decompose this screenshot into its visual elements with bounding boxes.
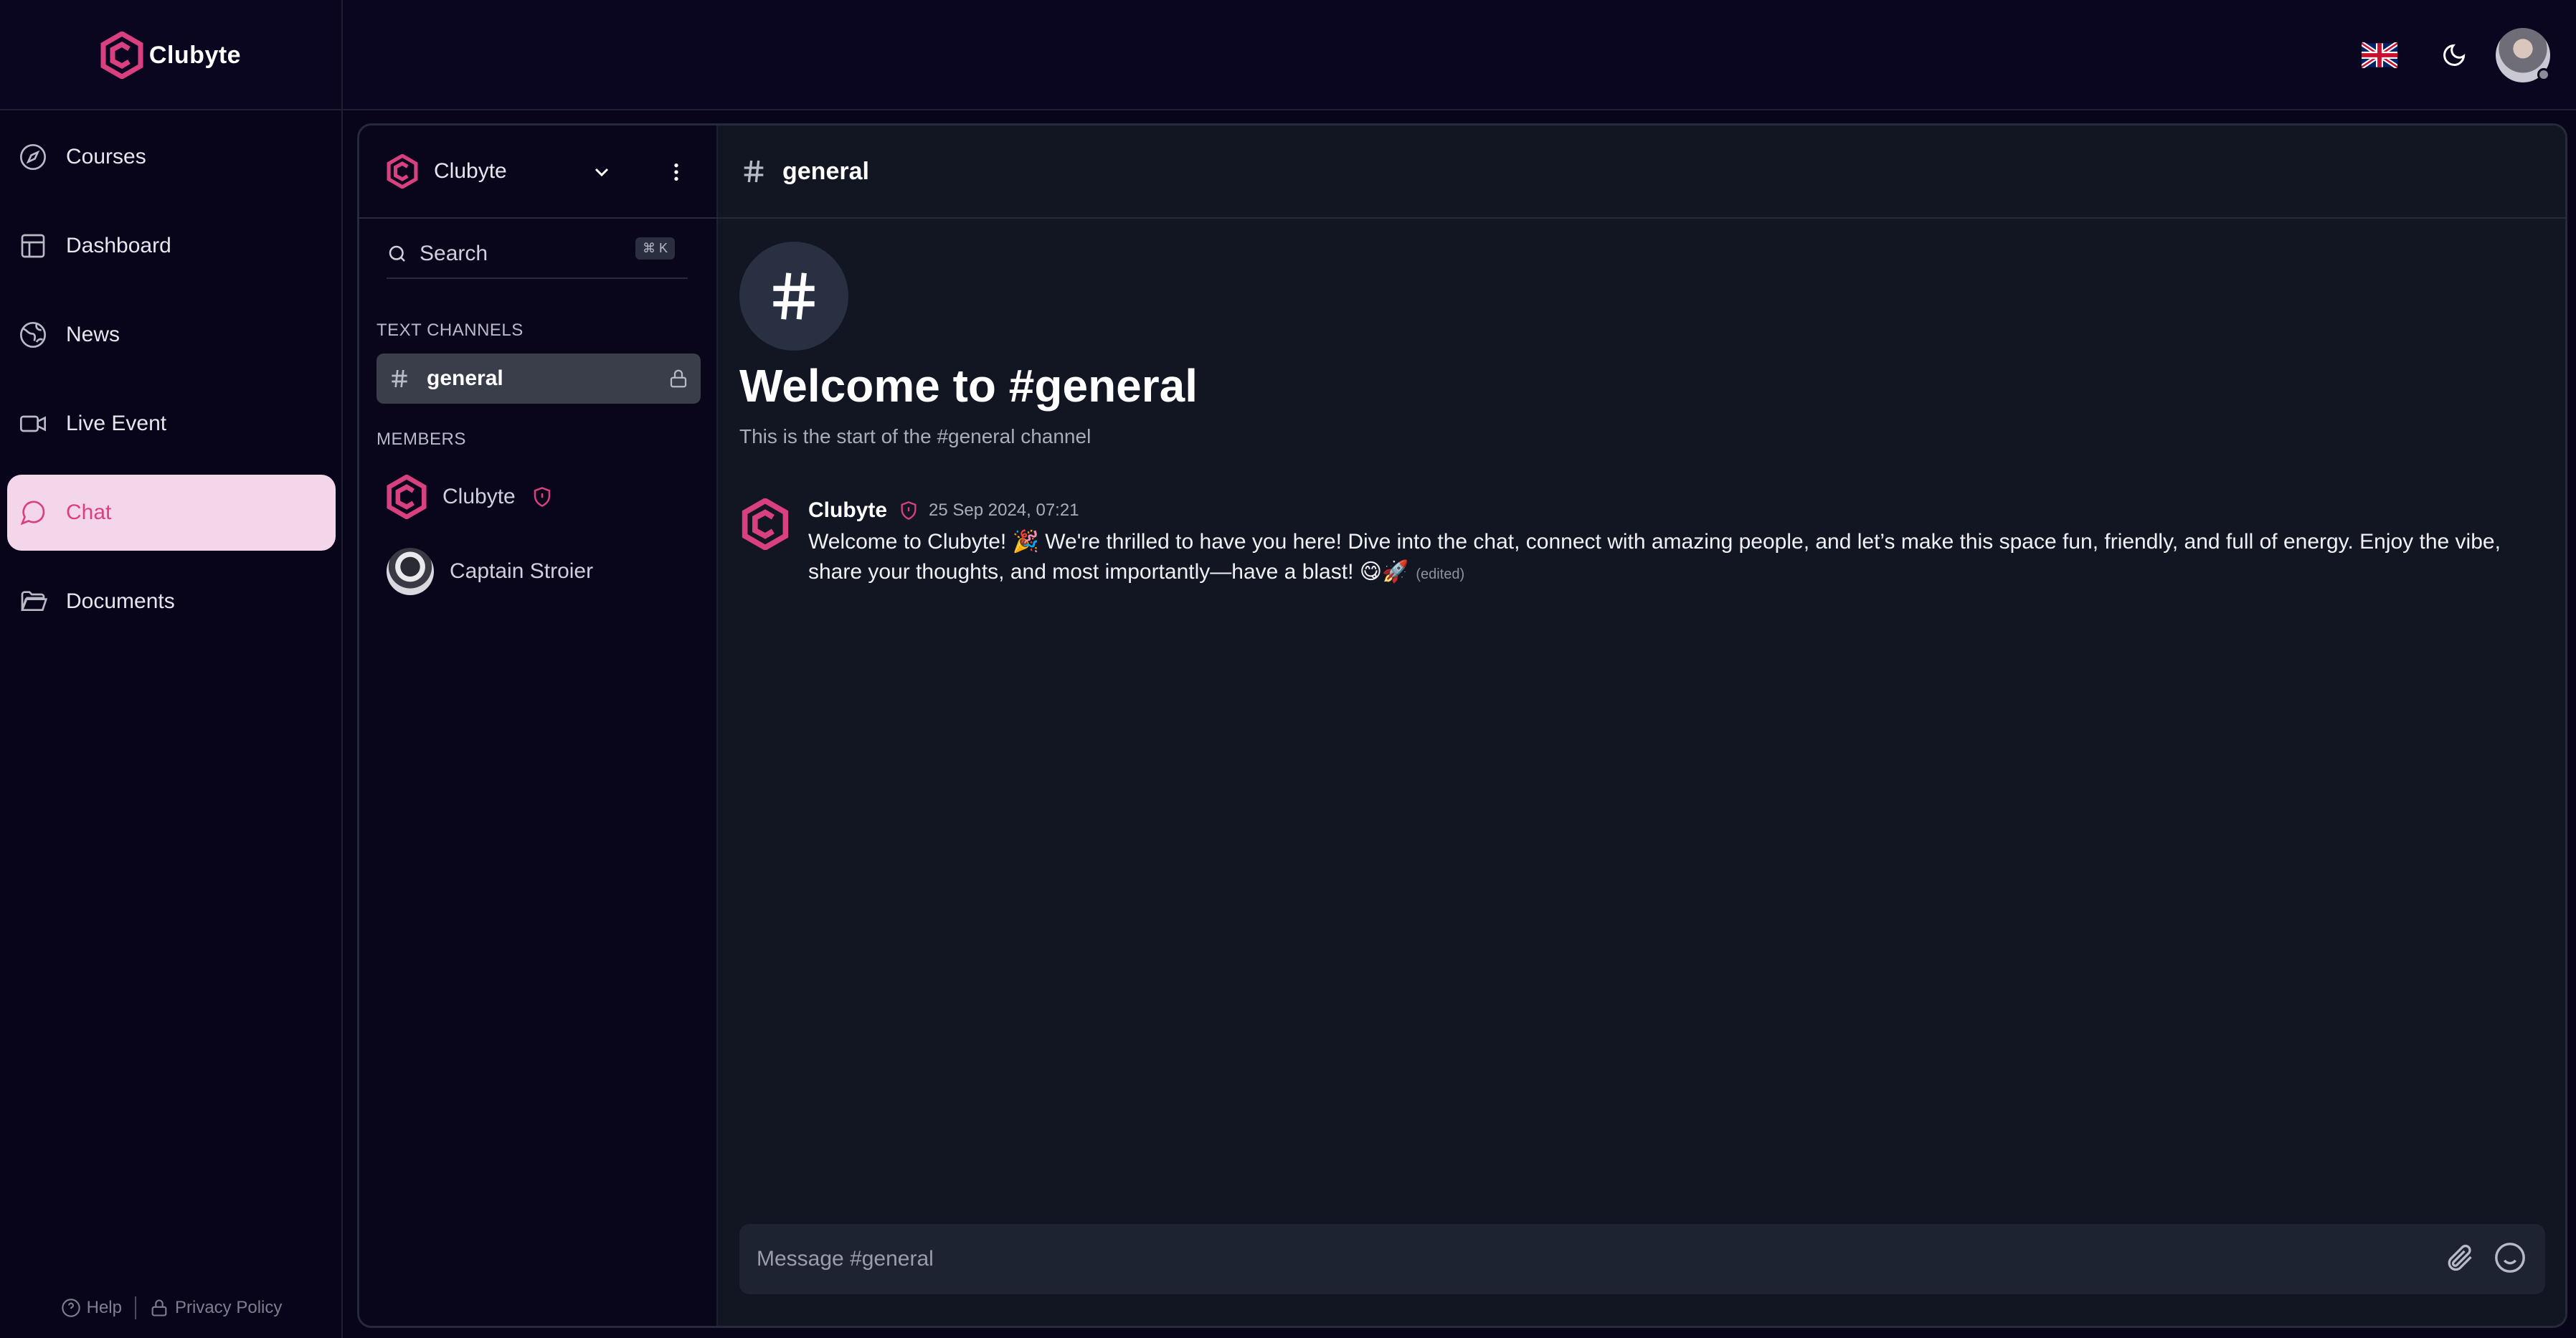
- privacy-policy-link[interactable]: Privacy Policy: [149, 1298, 282, 1318]
- member-name: Clubyte: [442, 485, 516, 508]
- clubyte-logo-icon: [387, 475, 427, 519]
- sidebar-item-courses[interactable]: Courses: [7, 119, 336, 195]
- help-circle-icon: [61, 1299, 80, 1317]
- avatar: [2496, 28, 2550, 82]
- channels-panel: Clubyte Search ⌘ K TEXT CHANNELS general…: [359, 125, 718, 1326]
- welcome-title: Welcome to #general: [739, 360, 1198, 412]
- layout-icon: [17, 230, 49, 262]
- lock-icon: [670, 369, 687, 388]
- hash-icon: [773, 272, 815, 320]
- lock-icon: [151, 1299, 167, 1316]
- server-header: Clubyte: [359, 125, 718, 219]
- channel-hash-badge: [739, 242, 848, 351]
- message-body: Welcome to Clubyte! 🎉 We're thrilled to …: [808, 530, 2501, 584]
- message-author[interactable]: Clubyte: [808, 498, 887, 523]
- server-menu-button[interactable]: [660, 156, 692, 188]
- message-input[interactable]: Message #general: [757, 1247, 934, 1271]
- sidebar-item-live-event[interactable]: Live Event: [7, 386, 336, 462]
- hash-icon: [392, 369, 407, 388]
- channel-search[interactable]: Search ⌘ K: [387, 237, 688, 279]
- sidebar-item-documents[interactable]: Documents: [7, 564, 336, 640]
- video-icon: [17, 408, 49, 440]
- more-vertical-icon: [674, 163, 678, 181]
- sidebar-item-label: News: [66, 323, 120, 346]
- chat-header: general: [718, 125, 2565, 219]
- folder-icon: [17, 586, 49, 617]
- clubyte-logo-icon: [387, 154, 418, 189]
- composer-actions: [2443, 1224, 2527, 1294]
- member-item[interactable]: Clubyte: [387, 473, 553, 521]
- sidebar: Courses Dashboard News Live Event Chat D…: [0, 110, 343, 1338]
- channel-title: general: [782, 157, 869, 185]
- text-channels-title: TEXT CHANNELS: [377, 321, 524, 340]
- chat-frame: Clubyte Search ⌘ K TEXT CHANNELS general…: [357, 123, 2567, 1328]
- sidebar-footer: Help Privacy Policy: [0, 1296, 343, 1319]
- message-text: Welcome to Clubyte! 🎉 We're thrilled to …: [808, 527, 2551, 589]
- help-label: Help: [86, 1298, 122, 1317]
- search-label: Search: [420, 242, 488, 265]
- moon-icon: [2443, 44, 2466, 66]
- sidebar-item-label: Chat: [66, 500, 112, 524]
- privacy-policy-label: Privacy Policy: [174, 1298, 283, 1317]
- avatar: [387, 548, 434, 595]
- top-bar: Clubyte: [0, 0, 2576, 110]
- online-status-dot: [2537, 68, 2550, 81]
- sidebar-item-label: Dashboard: [66, 234, 171, 257]
- compass-icon: [17, 141, 49, 173]
- hash-icon: [744, 160, 764, 183]
- footer-divider: [134, 1296, 136, 1319]
- channel-name: general: [427, 366, 503, 390]
- message-meta: Clubyte 25 Sep 2024, 07:21: [808, 498, 1079, 523]
- paperclip-icon: [2448, 1244, 2472, 1271]
- language-flag-button[interactable]: [2361, 32, 2398, 79]
- channel-item-general[interactable]: general: [377, 354, 701, 404]
- message-composer[interactable]: Message #general: [739, 1224, 2545, 1294]
- sidebar-item-label: Courses: [66, 145, 146, 169]
- app-name: Clubyte: [148, 41, 242, 69]
- member-item[interactable]: Captain Stroier: [387, 547, 593, 596]
- search-shortcut-badge: ⌘ K: [635, 237, 675, 260]
- sidebar-item-dashboard[interactable]: Dashboard: [7, 208, 336, 284]
- clubyte-logo-icon: [742, 498, 789, 550]
- welcome-subtitle: This is the start of the #general channe…: [739, 425, 1092, 447]
- server-dropdown-button[interactable]: [586, 156, 617, 188]
- user-avatar-button[interactable]: [2496, 28, 2550, 82]
- app-logo[interactable]: Clubyte: [0, 0, 343, 110]
- sidebar-item-label: Documents: [66, 589, 175, 613]
- shield-icon: [901, 501, 917, 520]
- chat-area: general Welcome to #general This is the …: [718, 125, 2565, 1326]
- smile-icon: [2495, 1242, 2525, 1273]
- help-link[interactable]: Help: [61, 1298, 122, 1318]
- server-name: Clubyte: [434, 159, 507, 183]
- attach-button[interactable]: [2443, 1242, 2475, 1277]
- emoji-button[interactable]: [2494, 1241, 2527, 1278]
- uk-flag-icon: [2362, 42, 2397, 68]
- members-title: MEMBERS: [377, 430, 466, 449]
- edited-label: (edited): [1416, 566, 1465, 582]
- sidebar-item-label: Live Event: [66, 412, 167, 435]
- theme-toggle-button[interactable]: [2434, 32, 2474, 79]
- message-circle-icon: [17, 497, 49, 528]
- sidebar-item-chat[interactable]: Chat: [7, 475, 336, 551]
- message-timestamp: 25 Sep 2024, 07:21: [929, 500, 1079, 520]
- sidebar-item-news[interactable]: News: [7, 297, 336, 373]
- chevron-down-icon: [595, 168, 609, 177]
- globe-icon: [17, 319, 49, 351]
- clubyte-logo-icon: [100, 32, 143, 79]
- member-name: Captain Stroier: [450, 559, 594, 583]
- shield-icon: [534, 487, 550, 507]
- search-icon: [389, 245, 405, 262]
